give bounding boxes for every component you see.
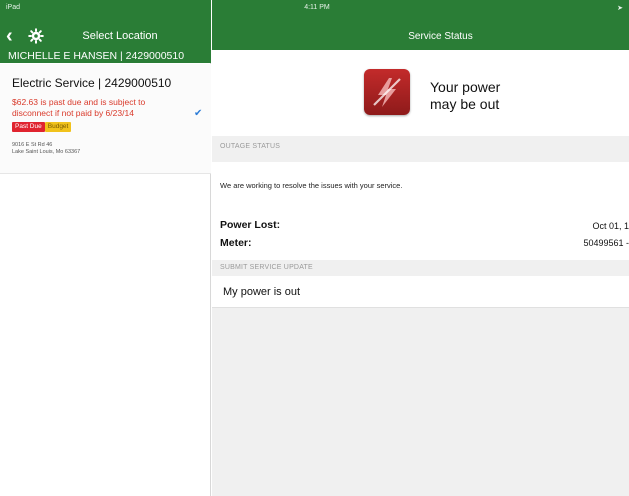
meter-value: 50499561 - [583,238,629,248]
left-header: iPad ‹ Select Location MICHELLE E HANSEN… [0,0,211,63]
address-line-1: 9016 E St Rd 46 [12,142,53,148]
outage-message: We are working to resolve the issues wit… [220,181,403,190]
gear-icon [28,28,44,44]
left-nav-row: ‹ Select Location [0,26,211,48]
power-lost-value: Oct 01, 1 [592,221,629,231]
navigation-arrow-icon: ➤ [617,5,623,12]
service-status-pane: 4:11 PM ➤ Service Status Your power may … [212,0,629,496]
lightning-bolt-icon [373,78,401,107]
budget-badge: Budget [44,122,72,132]
badge-row: Past Due Budget [12,122,72,132]
status-time: 4:11 PM [304,4,330,11]
hero-message: Your power may be out [430,79,500,113]
back-button[interactable]: ‹ [6,26,13,46]
past-due-badge: Past Due [12,122,45,132]
power-lost-label: Power Lost: [220,219,281,231]
left-nav-title: Select Location [82,30,158,42]
settings-button[interactable] [28,28,44,44]
service-address: 9016 E St Rd 46 Lake Saint Louis, Mo 633… [12,142,80,156]
past-due-message: $62.63 is past due and is subject to dis… [12,97,146,118]
update-option-text: My power is out [223,286,301,298]
chevron-left-icon: ‹ [6,25,13,47]
hero-line-1: Your power [430,79,501,95]
address-line-2: Lake Saint Louis, Mo 63367 [12,149,81,155]
location-list-pane: iPad ‹ Select Location MICHELLE E HANSEN… [0,0,211,496]
right-header: 4:11 PM ➤ Service Status [212,0,629,50]
outage-status-label: OUTAGE STATUS [220,143,281,150]
outage-details: Power Lost: Oct 01, 1 Meter: 50499561 - [212,206,629,260]
device-label: iPad [6,4,21,11]
service-title: Electric Service | 2429000510 [12,76,172,90]
meter-label: Meter: [220,237,252,249]
status-icons: ➤ [617,4,623,12]
update-option-row[interactable]: My power is out [212,276,629,308]
checkmark-icon: ✔ [194,108,203,119]
outage-hero: Your power may be out [212,50,629,136]
outage-message-box: We are working to resolve the issues wit… [212,162,629,206]
service-list-item[interactable]: Electric Service | 2429000510 $62.63 is … [0,64,211,174]
power-outage-icon-tile [364,69,410,115]
page-title: Service Status [408,31,473,42]
account-bar: MICHELLE E HANSEN | 2429000510 [0,49,211,63]
submit-update-label: SUBMIT SERVICE UPDATE [220,264,313,271]
hero-line-2: may be out [430,96,500,112]
